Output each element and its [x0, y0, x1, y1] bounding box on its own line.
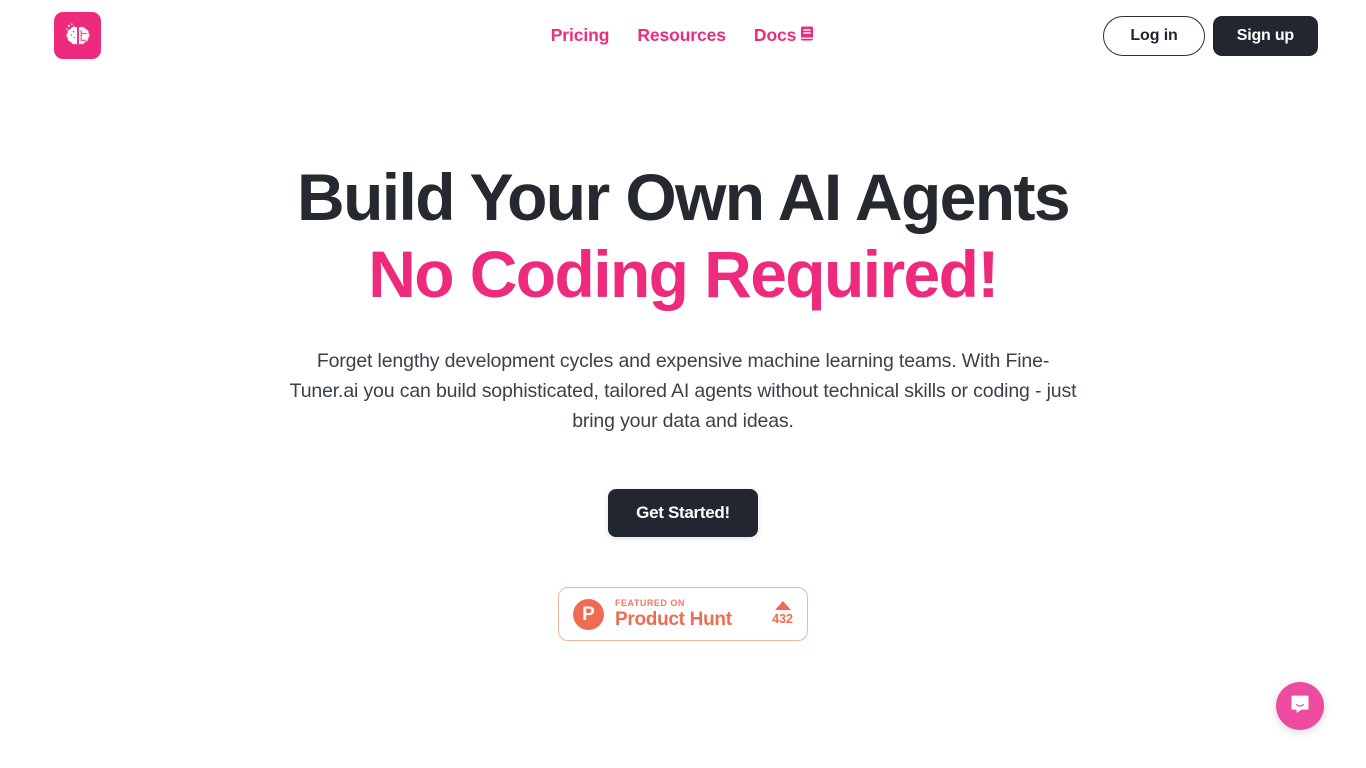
product-hunt-featured-label: FEATURED ON	[615, 597, 685, 608]
auth-actions: Log in Sign up	[1103, 0, 1318, 71]
triangle-up-icon	[774, 601, 791, 610]
nav-item-resources-label: Resources	[637, 25, 726, 45]
product-hunt-logo-letter: P	[582, 603, 595, 625]
headline-line-1: Build Your Own AI Agents	[297, 160, 1071, 234]
page-title: Build Your Own AI Agents No Coding Requi…	[297, 159, 1071, 313]
nav-item-pricing[interactable]: Pricing	[551, 25, 610, 46]
book-icon	[799, 25, 815, 47]
headline-line-2: No Coding Required!	[368, 237, 999, 311]
product-hunt-name: Product Hunt	[615, 608, 732, 630]
hero-subtitle: Forget lengthy development cycles and ex…	[289, 350, 1077, 432]
login-button[interactable]: Log in	[1103, 15, 1205, 56]
nav-item-docs[interactable]: Docs	[754, 25, 815, 47]
nav-item-resources[interactable]: Resources	[637, 25, 726, 46]
hero-section: Build Your Own AI Agents No Coding Requi…	[0, 71, 1366, 641]
get-started-button[interactable]: Get Started!	[608, 489, 758, 537]
brand-logo[interactable]	[54, 12, 101, 59]
product-hunt-upvotes: 432	[772, 601, 793, 627]
product-hunt-logo-icon: P	[573, 598, 604, 630]
brain-logo-icon	[63, 21, 93, 51]
nav-item-docs-label: Docs	[753, 25, 797, 45]
chat-bubble-icon	[1288, 692, 1312, 721]
product-hunt-text: FEATURED ON Product Hunt	[615, 598, 766, 631]
product-hunt-upvote-count: 432	[772, 612, 793, 626]
signup-button[interactable]: Sign up	[1212, 15, 1318, 56]
chat-launcher-button[interactable]	[1276, 682, 1324, 730]
site-header: Pricing Resources Docs Log in Sign up	[0, 0, 1366, 71]
product-hunt-badge[interactable]: P FEATURED ON Product Hunt 432	[558, 587, 808, 641]
nav-item-pricing-label: Pricing	[550, 25, 610, 45]
